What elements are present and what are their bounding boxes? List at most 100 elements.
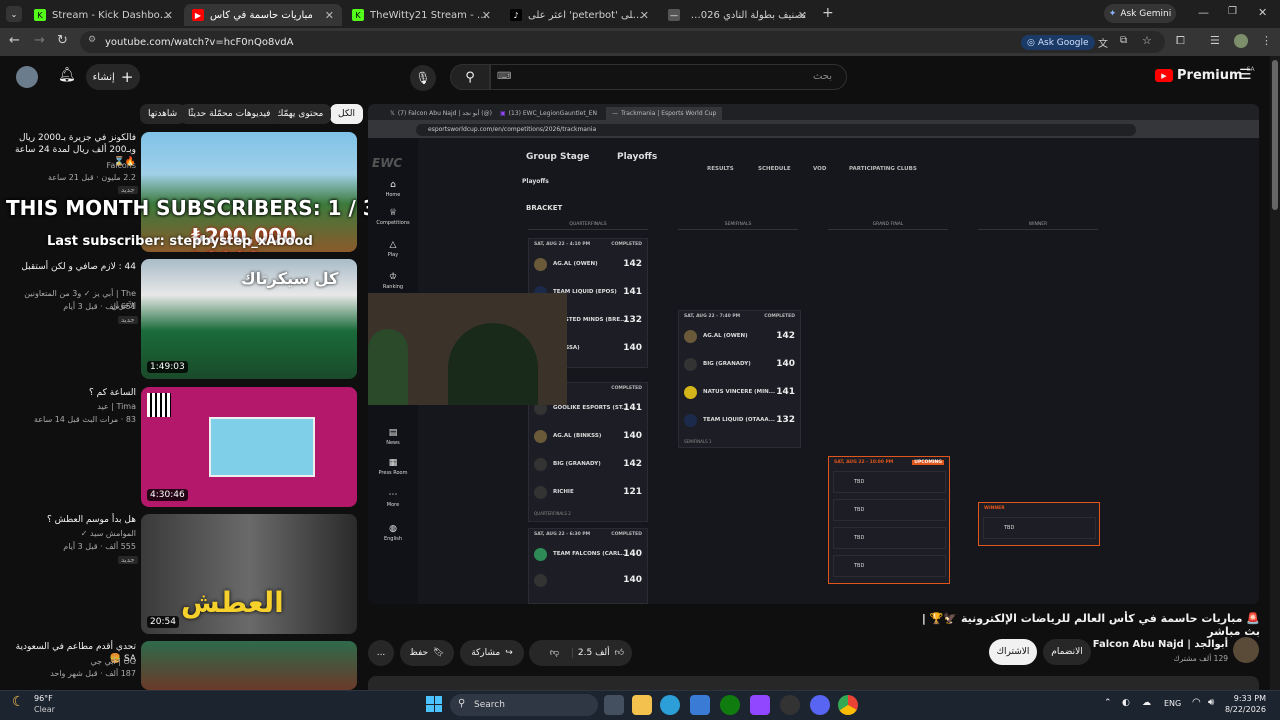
trophy-icon: ♕: [388, 208, 398, 218]
chip-recently-uploaded[interactable]: فيديوهات محمّلة حديثًا: [180, 104, 279, 124]
chrome-menu-icon[interactable]: ⋮: [1261, 34, 1272, 47]
language-indicator[interactable]: ENG: [1164, 699, 1181, 708]
column-winner: WINNER: [978, 222, 1098, 230]
close-tab-icon[interactable]: ✕: [798, 9, 807, 22]
share-button[interactable]: مشاركة ↪: [460, 640, 524, 666]
subscribe-button[interactable]: الاشتراك: [989, 639, 1037, 665]
maximize-button[interactable]: ❐: [1228, 6, 1237, 17]
channel-avatar[interactable]: [1233, 637, 1259, 663]
search-button[interactable]: ⚲: [450, 64, 490, 90]
sidebar-item-more: ⋯ More: [371, 490, 415, 508]
column-quarterfinals: QUARTERFINALS: [528, 222, 648, 230]
team-row: BIG (GRANADY) 142: [534, 453, 642, 475]
chip-all[interactable]: الكل: [330, 104, 364, 124]
channel-name[interactable]: أبوالجد | Falcon Abu Najd: [1093, 639, 1228, 650]
close-tab-icon[interactable]: ✕: [325, 9, 334, 22]
store-icon[interactable]: [690, 695, 710, 715]
minimize-button[interactable]: —: [1198, 6, 1209, 19]
match-card: SAT, AUG 22 - 6:30 PM COMPLETED TEAM FAL…: [528, 528, 648, 604]
reload-icon[interactable]: ↻: [57, 33, 68, 48]
tab-youtube[interactable]: ▶ مباريات حاسمة في كأس ✕: [184, 4, 342, 26]
ask-gemini-button[interactable]: ✦ Ask Gemini: [1104, 4, 1176, 23]
account-avatar[interactable]: [16, 66, 38, 88]
ask-google-button[interactable]: ◎ Ask Google: [1021, 35, 1095, 50]
match-footer: QUARTERFINALS 2: [534, 511, 571, 516]
tray-cloud-icon[interactable]: ☁: [1142, 698, 1151, 708]
thumbnail-title-text: العطش: [181, 586, 284, 619]
join-button[interactable]: الانضمام: [1043, 639, 1091, 665]
video-thumbnail[interactable]: كل سيكرتاك 1:49:03: [141, 259, 357, 379]
sidebar-item-news: ▤ News: [371, 428, 415, 446]
task-view-icon[interactable]: [604, 695, 624, 715]
channel-subscriber-count: 129 ألف مشترك: [1173, 654, 1228, 663]
weather-moon-icon[interactable]: ☾: [12, 694, 25, 710]
back-icon[interactable]: ←: [9, 33, 20, 48]
save-button[interactable]: حفظ 🔖︎: [400, 640, 454, 666]
like-dislike-group: 👎︎ 2.5 ألف 👍︎: [529, 640, 632, 666]
scrollbar-thumb[interactable]: [1272, 60, 1278, 210]
video-thumbnail[interactable]: [141, 641, 357, 690]
obs-icon[interactable]: [780, 695, 800, 715]
chrome-icon[interactable]: [838, 695, 858, 715]
tab-club-championship[interactable]: — تصنيف بطولة النادي 2026 | كأس ✕: [660, 4, 815, 26]
tab-thewitty21[interactable]: K TheWitty21 Stream - Watch Live ✕: [344, 4, 499, 26]
search-input[interactable]: بحث ⌨: [490, 64, 847, 90]
clock-date[interactable]: 8/22/2026: [1220, 705, 1266, 714]
close-window-button[interactable]: ✕: [1258, 6, 1267, 19]
xbox-icon[interactable]: [720, 695, 740, 715]
team-logo-icon: [684, 357, 697, 371]
translate-icon[interactable]: 文: [1098, 35, 1108, 50]
team-row: TBD: [833, 527, 946, 549]
tab-search-icon[interactable]: ⌄: [6, 6, 22, 22]
taskbar-search[interactable]: ⚲ Search: [450, 694, 598, 716]
webcam-person: [368, 329, 408, 405]
tab-tiktok[interactable]: ♪ اعثر على 'peterbot' على TikTok ✕: [502, 4, 657, 26]
reading-list-icon[interactable]: ☰: [1210, 34, 1220, 47]
more-dots-icon: ...: [376, 648, 386, 658]
tray-chevron-icon[interactable]: ⌃: [1104, 698, 1112, 708]
voice-search-mic-icon[interactable]: 🎙︎: [410, 65, 436, 91]
webcam-overlay: [368, 293, 567, 405]
like-count[interactable]: 2.5 ألف: [578, 648, 610, 658]
cast-icon[interactable]: ⧉: [1120, 35, 1127, 46]
close-tab-icon[interactable]: ✕: [482, 9, 491, 22]
tab-kick-dashboard[interactable]: K Stream - Kick Dashboard ✕: [26, 4, 181, 26]
site-info-icon[interactable]: ⚙: [88, 35, 96, 45]
team-logo-icon: [684, 385, 697, 399]
close-tab-icon[interactable]: ✕: [640, 9, 649, 22]
share-icon: ↪: [505, 648, 513, 658]
grand-final-card: SAT, AUG 22 - 10:00 PM UPCOMING TBD TBD …: [828, 456, 950, 584]
bookmark-star-icon[interactable]: ☆: [1142, 34, 1152, 47]
column-grand-final: GRAND FINAL: [828, 222, 948, 230]
sidebar-item-play: △ Play: [371, 240, 415, 258]
guide-menu-icon[interactable]: ☰: [1239, 67, 1252, 83]
more-actions-button[interactable]: ...: [368, 640, 394, 666]
tray-app-icon[interactable]: ◐: [1122, 698, 1130, 708]
wifi-icon[interactable]: ◠: [1192, 697, 1201, 708]
clock-time[interactable]: 9:33 PM: [1226, 694, 1266, 703]
discord-icon[interactable]: [810, 695, 830, 715]
close-tab-icon[interactable]: ✕: [164, 9, 173, 22]
extensions-icon[interactable]: ⧠: [1176, 34, 1185, 48]
file-explorer-icon[interactable]: [632, 695, 652, 715]
edge-icon[interactable]: [660, 695, 680, 715]
subtab-results: RESULTS: [707, 166, 734, 172]
profile-avatar[interactable]: [1234, 34, 1248, 48]
twitch-app-icon[interactable]: [750, 695, 770, 715]
volume-icon[interactable]: 🔊︎: [1208, 697, 1214, 708]
new-tab-button[interactable]: +: [822, 5, 834, 21]
windows-start-icon[interactable]: [426, 696, 442, 712]
chip-watched[interactable]: شاهدتها: [140, 104, 186, 124]
dislike-icon[interactable]: 👎︎: [537, 648, 573, 658]
team-logo-icon: [534, 457, 547, 471]
weather-temp[interactable]: 96°F: [34, 694, 53, 703]
create-button[interactable]: إنشاء +: [86, 64, 140, 90]
keyboard-icon[interactable]: ⌨: [497, 71, 511, 82]
forward-icon[interactable]: →: [34, 33, 45, 48]
video-thumbnail[interactable]: العطش 20:54: [141, 514, 357, 634]
notifications-bell-icon[interactable]: 🔔︎: [58, 67, 76, 83]
sidebar-item-ranking: ♔ Ranking: [371, 272, 415, 290]
address-bar[interactable]: ⚙ youtube.com/watch?v=hcF0nQo8vdA: [80, 31, 1165, 53]
like-icon[interactable]: 👍︎: [615, 648, 624, 658]
video-thumbnail[interactable]: 4:30:46: [141, 387, 357, 507]
